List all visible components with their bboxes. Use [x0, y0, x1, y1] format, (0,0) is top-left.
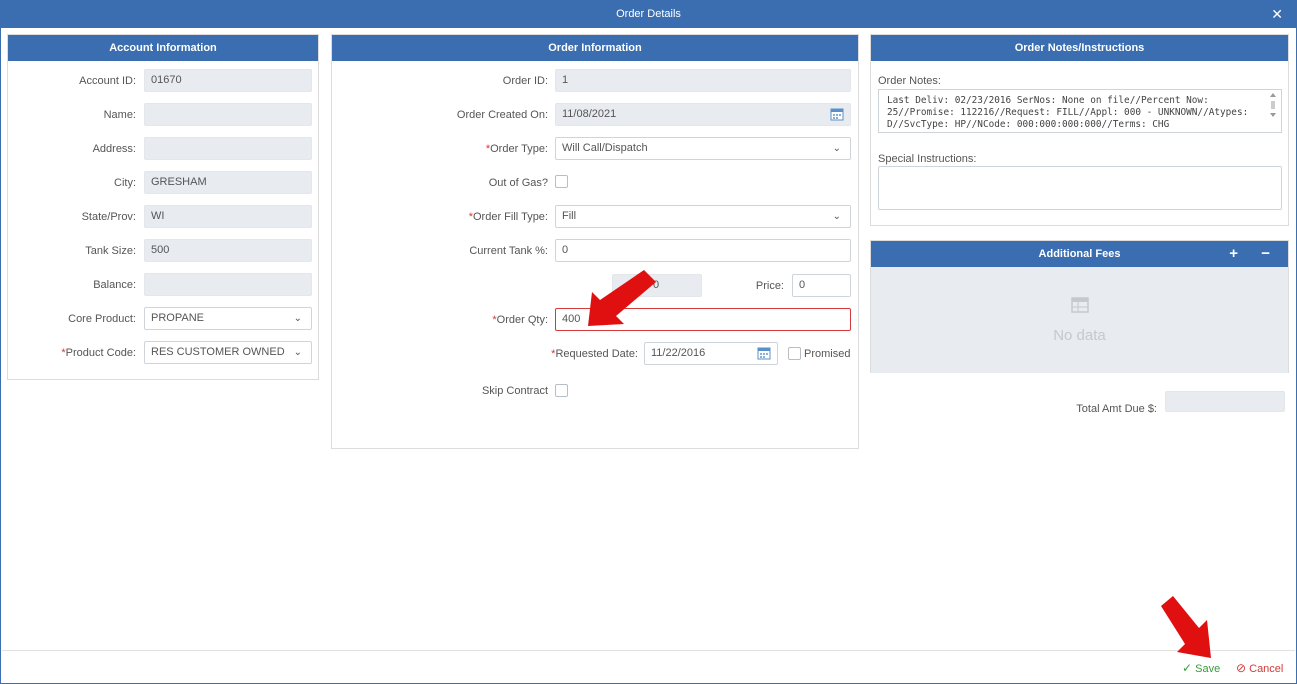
city-field: GRESHAM: [144, 171, 312, 194]
out-of-gas-checkbox[interactable]: [555, 175, 568, 188]
order-notes-header: Order Notes/Instructions: [871, 35, 1288, 61]
add-fee-icon[interactable]: +: [1229, 241, 1238, 267]
address-field: [144, 137, 312, 160]
order-notes-label: Order Notes:: [878, 75, 941, 87]
order-created-on-value: 11/08/2021: [562, 108, 617, 120]
order-created-on-label: Order Created On:: [456, 109, 548, 121]
special-instructions-label: Special Instructions:: [878, 153, 977, 165]
requested-date-label: *Requested Date:: [551, 348, 638, 360]
account-information-header: Account Information: [8, 35, 318, 61]
order-fill-type-value: Fill: [562, 210, 577, 222]
order-information-header: Order Information: [332, 35, 858, 61]
account-id-field: 01670: [144, 69, 312, 92]
total-amt-due-label: Total Amt Due $:: [1076, 403, 1157, 415]
calendar-icon[interactable]: [830, 107, 844, 121]
grid-table-icon: [1071, 297, 1089, 313]
account-id-label: Account ID:: [79, 75, 136, 87]
remove-fee-icon[interactable]: −: [1261, 241, 1270, 267]
tank-size-field: 500: [144, 239, 312, 262]
name-label: Name:: [103, 109, 136, 121]
dialog-title-bar: Order Details ✕: [0, 0, 1297, 28]
close-icon[interactable]: ✕: [1271, 0, 1283, 28]
order-id-field: 1: [555, 69, 851, 92]
account-information-panel: Account Information Account ID: 01670 Na…: [7, 34, 319, 380]
promised-label: Promised: [804, 348, 851, 360]
additional-fees-title: Additional Fees: [1038, 248, 1121, 260]
product-code-select[interactable]: RES CUSTOMER OWNED ⌄: [144, 341, 312, 364]
order-notes-panel: Order Notes/Instructions Order Notes: La…: [870, 34, 1289, 226]
order-created-on-field[interactable]: 11/08/2021: [555, 103, 851, 126]
price-input[interactable]: 0: [792, 274, 851, 297]
dialog-title: Order Details: [616, 8, 681, 20]
current-tank-label: Current Tank %:: [469, 245, 548, 257]
footer-divider: [2, 650, 1295, 651]
state-field: WI: [144, 205, 312, 228]
cancel-label: Cancel: [1249, 663, 1284, 675]
order-information-panel: Order Information Order ID: 1 Order Crea…: [331, 34, 859, 449]
core-product-value: PROPANE: [151, 312, 204, 324]
tank-size-label: Tank Size:: [85, 245, 136, 257]
order-notes-textarea[interactable]: Last Deliv: 02/23/2016 SerNos: None on f…: [878, 89, 1282, 133]
order-qty-input[interactable]: 400: [555, 308, 851, 331]
skip-contract-checkbox[interactable]: [555, 384, 568, 397]
cancel-circle-icon: ⊘: [1236, 661, 1247, 675]
calendar-icon[interactable]: [757, 346, 771, 360]
no-data-text: No data: [1053, 327, 1106, 344]
order-type-select[interactable]: Will Call/Dispatch ⌄: [555, 137, 851, 160]
out-of-gas-label: Out of Gas?: [488, 177, 548, 189]
balance-label: Balance:: [93, 279, 136, 291]
fees-grid: No data: [871, 267, 1288, 373]
product-code-value: RES CUSTOMER OWNED: [151, 346, 285, 358]
chevron-down-icon: ⌄: [832, 143, 841, 154]
chevron-down-icon: ⌄: [293, 347, 302, 358]
requested-date-value: 11/22/2016: [651, 347, 706, 359]
address-label: Address:: [92, 143, 136, 155]
chevron-down-icon: ⌄: [293, 313, 302, 324]
save-label: Save: [1195, 663, 1221, 675]
order-type-value: Will Call/Dispatch: [562, 142, 648, 154]
state-label: State/Prov:: [81, 211, 136, 223]
order-fill-type-select[interactable]: Fill ⌄: [555, 205, 851, 228]
city-label: City:: [114, 177, 136, 189]
product-code-label: *Product Code:: [61, 347, 136, 359]
name-field: [144, 103, 312, 126]
core-product-select[interactable]: PROPANE ⌄: [144, 307, 312, 330]
promised-checkbox[interactable]: [788, 347, 801, 360]
order-id-label: Order ID:: [502, 75, 548, 87]
additional-fees-header: Additional Fees + −: [871, 241, 1288, 267]
core-product-label: Core Product:: [68, 313, 136, 325]
current-tank-input[interactable]: 0: [555, 239, 851, 262]
requested-date-input[interactable]: 11/22/2016: [644, 342, 778, 365]
check-icon: ✓: [1182, 661, 1193, 675]
total-amt-due-field: [1165, 391, 1285, 412]
scrollbar-arrows-icon[interactable]: [1268, 91, 1278, 129]
price-label: Price:: [755, 280, 784, 292]
chevron-down-icon: ⌄: [832, 211, 841, 222]
cancel-button[interactable]: ⊘ Cancel: [1236, 661, 1283, 675]
additional-fees-panel: Additional Fees + − No data: [870, 240, 1289, 373]
save-button[interactable]: ✓ Save: [1182, 661, 1220, 675]
order-type-label: *Order Type:: [485, 143, 548, 155]
special-instructions-textarea[interactable]: [878, 166, 1282, 210]
order-fill-type-label: *Order Fill Type:: [468, 211, 548, 223]
skip-contract-label: Skip Contract: [481, 385, 548, 397]
order-qty-label: *Order Qty:: [492, 314, 548, 326]
balance-field: [144, 273, 312, 296]
